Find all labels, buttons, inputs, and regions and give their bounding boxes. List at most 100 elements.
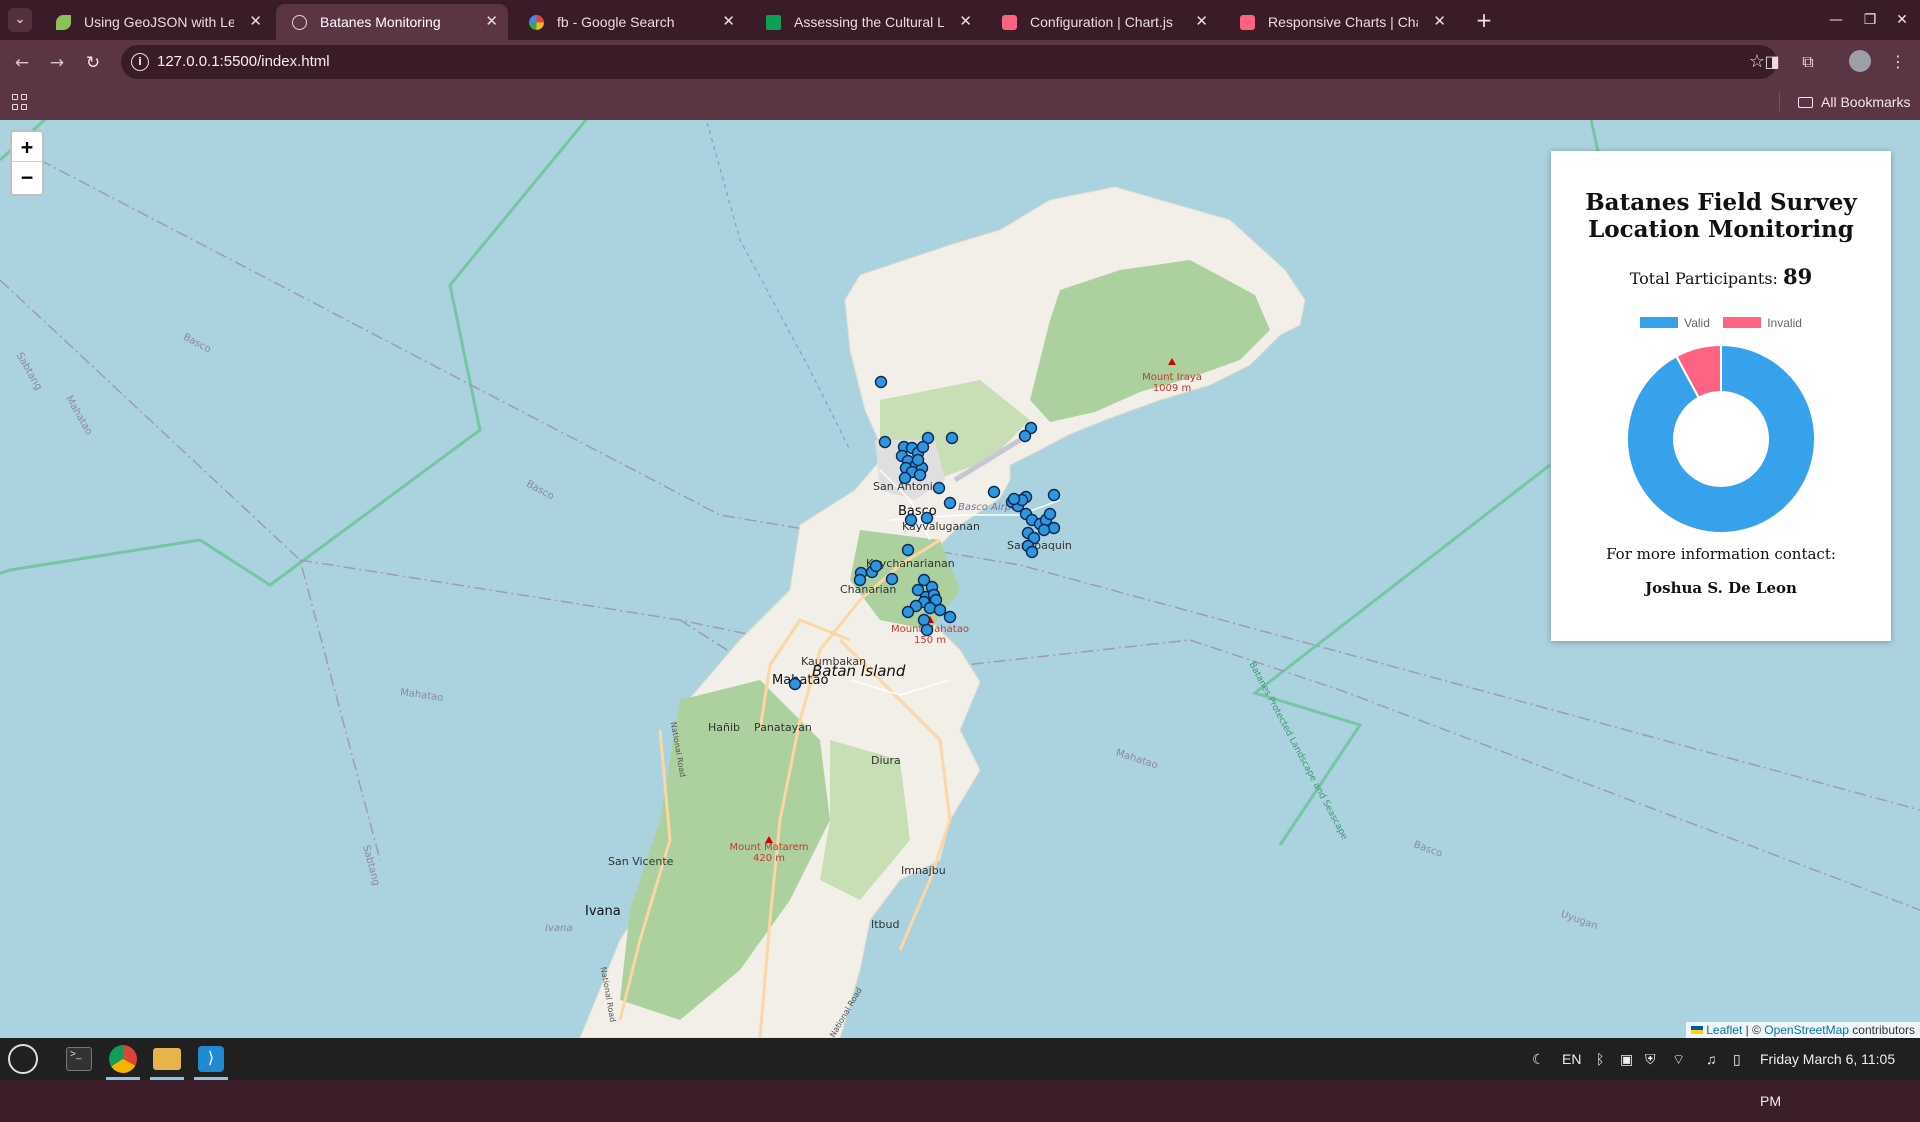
total-label: Total Participants: <box>1629 269 1778 288</box>
tab-cultural-lands[interactable]: Assessing the Cultural Lands ✕ <box>750 4 982 40</box>
tab-google-search[interactable]: fb - Google Search ✕ <box>513 4 745 40</box>
info-panel: Batanes Field Survey Location Monitoring… <box>1551 151 1891 641</box>
survey-location-marker[interactable] <box>853 573 867 587</box>
survey-location-marker[interactable] <box>1037 523 1051 537</box>
survey-location-marker[interactable] <box>885 572 899 586</box>
contact-name: Joshua S. De Leon <box>1645 579 1797 597</box>
close-icon[interactable]: ✕ <box>1195 4 1208 40</box>
wifi-icon[interactable]: ⌔ <box>1672 1038 1685 1080</box>
music-icon[interactable]: ♫ <box>1706 1038 1717 1080</box>
zoom-control: + − <box>10 130 44 196</box>
back-icon[interactable]: ← <box>9 50 35 76</box>
total-value: 89 <box>1783 264 1813 289</box>
tab-chartjs-config[interactable]: Configuration | Chart.js ✕ <box>986 4 1218 40</box>
survey-location-marker[interactable] <box>920 511 934 525</box>
clipboard-icon[interactable]: ▣ <box>1620 1038 1633 1080</box>
apps-grid-icon[interactable] <box>12 94 28 110</box>
survey-location-marker[interactable] <box>1043 507 1057 521</box>
os-taskbar: >_ ⟩ ☾ EN ᛒ ▣ ⛨ ⌔ ♫ ▯ Friday March 6, 11… <box>0 1038 1920 1109</box>
legend-item-valid[interactable]: Valid <box>1640 316 1710 330</box>
survey-location-marker[interactable] <box>923 601 937 615</box>
zoom-in-button[interactable]: + <box>12 132 42 162</box>
tab-title: Responsive Charts | Chart.js <box>1268 14 1418 30</box>
survey-location-marker[interactable] <box>911 453 925 467</box>
mint-menu-icon[interactable] <box>6 1042 40 1076</box>
survey-location-marker[interactable] <box>943 496 957 510</box>
survey-location-marker[interactable] <box>869 559 883 573</box>
restore-icon[interactable]: ❐ <box>1858 8 1882 32</box>
files-icon[interactable] <box>150 1042 184 1076</box>
survey-location-marker[interactable] <box>901 605 915 619</box>
survey-location-marker[interactable] <box>1007 492 1021 506</box>
all-bookmarks-button[interactable]: All Bookmarks <box>1798 84 1910 120</box>
survey-location-marker[interactable] <box>898 471 912 485</box>
legend-item-invalid[interactable]: Invalid <box>1723 316 1802 330</box>
url-text[interactable]: 127.0.0.1:5500/index.html <box>157 45 330 79</box>
profile-avatar[interactable] <box>1848 50 1872 74</box>
survey-location-marker[interactable] <box>878 435 892 449</box>
bluetooth-icon[interactable]: ᛒ <box>1596 1038 1604 1080</box>
battery-icon[interactable]: ▯ <box>1733 1038 1741 1080</box>
folder-icon <box>1798 97 1813 108</box>
site-info-icon[interactable]: i <box>131 53 149 71</box>
leaflet-link[interactable]: Leaflet <box>1706 1023 1742 1037</box>
pip-icon[interactable]: ◨ <box>1760 50 1784 74</box>
survey-location-marker[interactable] <box>1047 521 1061 535</box>
chartjs-icon <box>1002 15 1017 30</box>
survey-location-marker[interactable] <box>1018 429 1032 443</box>
survey-location-marker[interactable] <box>904 513 918 527</box>
survey-location-marker[interactable] <box>916 440 930 454</box>
survey-location-marker[interactable] <box>943 610 957 624</box>
survey-location-marker[interactable] <box>913 468 927 482</box>
google-icon <box>529 15 544 30</box>
survey-location-marker[interactable] <box>1047 488 1061 502</box>
terminal-icon[interactable]: >_ <box>62 1042 96 1076</box>
tab-geojson-leaflet[interactable]: Using GeoJSON with Leaflet ✕ <box>40 4 272 40</box>
chrome-icon[interactable] <box>106 1042 140 1076</box>
forward-icon[interactable]: → <box>44 50 70 76</box>
close-icon[interactable]: ✕ <box>249 4 262 40</box>
legend-label-invalid: Invalid <box>1767 316 1802 330</box>
sheets-icon <box>766 15 781 30</box>
tab-strip: ⌄ Using GeoJSON with Leaflet ✕ Batanes M… <box>0 0 1920 40</box>
survey-location-marker[interactable] <box>932 481 946 495</box>
survey-location-marker[interactable] <box>788 677 802 691</box>
close-icon[interactable]: ✕ <box>959 4 972 40</box>
osm-link[interactable]: OpenStreetMap <box>1764 1023 1849 1037</box>
survey-location-marker[interactable] <box>920 623 934 637</box>
reload-icon[interactable]: ↻ <box>80 50 106 76</box>
legend-label-valid: Valid <box>1684 316 1710 330</box>
bookmarks-bar: All Bookmarks <box>0 84 1920 120</box>
survey-location-marker[interactable] <box>1025 545 1039 559</box>
survey-location-marker[interactable] <box>945 431 959 445</box>
survey-location-marker[interactable] <box>917 613 931 627</box>
shield-icon[interactable]: ⛨ <box>1645 1038 1656 1080</box>
close-icon[interactable]: ✕ <box>722 4 735 40</box>
tab-chartjs-responsive[interactable]: Responsive Charts | Chart.js ✕ <box>1224 4 1456 40</box>
minimize-icon[interactable]: — <box>1824 8 1848 32</box>
zoom-out-button[interactable]: − <box>12 162 42 192</box>
attribution-suffix: contributors <box>1848 1023 1915 1037</box>
new-tab-button[interactable]: + <box>1470 6 1498 34</box>
tab-title: Batanes Monitoring <box>320 14 441 30</box>
kebab-menu-icon[interactable]: ⋮ <box>1886 50 1910 74</box>
address-bar[interactable]: i 127.0.0.1:5500/index.html ☆ <box>121 45 1777 79</box>
legend-swatch-invalid <box>1723 317 1762 328</box>
clock[interactable]: Friday March 6, 11:05 PM <box>1760 1038 1920 1122</box>
close-icon[interactable]: ✕ <box>1433 4 1446 40</box>
extensions-icon[interactable]: ⧉ <box>1796 50 1820 74</box>
close-window-icon[interactable]: ✕ <box>1890 8 1914 32</box>
vscode-icon[interactable]: ⟩ <box>194 1042 228 1076</box>
tab-batanes-monitoring[interactable]: Batanes Monitoring ✕ <box>276 4 508 40</box>
leaf-icon <box>56 15 71 30</box>
all-bookmarks-label: All Bookmarks <box>1821 94 1911 110</box>
survey-location-marker[interactable] <box>874 375 888 389</box>
night-light-icon[interactable]: ☾ <box>1532 1038 1545 1080</box>
survey-location-marker[interactable] <box>933 603 947 617</box>
tab-search-button[interactable]: ⌄ <box>8 8 32 32</box>
keyboard-layout[interactable]: EN <box>1562 1038 1581 1080</box>
survey-location-marker[interactable] <box>987 485 1001 499</box>
divider <box>1779 93 1780 111</box>
survey-location-marker[interactable] <box>901 543 915 557</box>
close-icon[interactable]: ✕ <box>485 4 498 40</box>
